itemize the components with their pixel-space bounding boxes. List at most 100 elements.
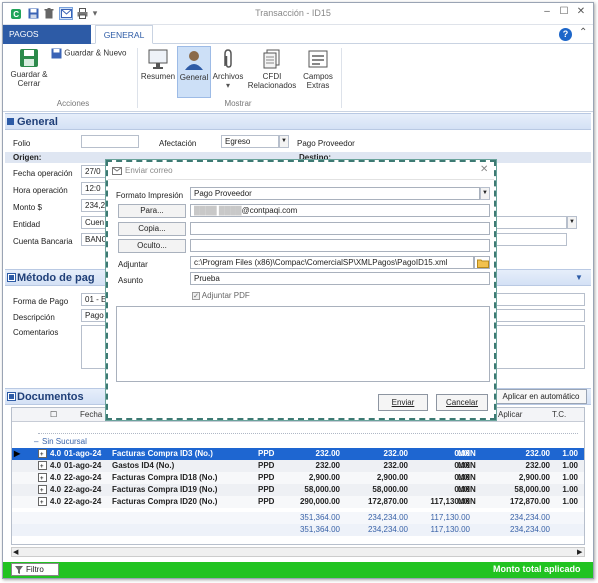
row-detail-icon[interactable]: +: [38, 449, 47, 460]
message-body-field[interactable]: [116, 306, 490, 382]
browse-folder-button[interactable]: [474, 256, 490, 269]
svg-text:+: +: [40, 464, 44, 470]
cell-monto: 232.00: [383, 449, 408, 458]
delete-icon[interactable]: [43, 7, 55, 20]
subtotal-monto: 234,234.00: [367, 513, 408, 522]
copia-field[interactable]: [190, 222, 490, 235]
aplicar-automatico-button[interactable]: Aplicar en automático: [495, 389, 587, 404]
scroll-left-icon[interactable]: ◀: [13, 548, 18, 556]
section-marker-icon: [7, 118, 14, 125]
cell-fecha: 01-ago-24: [64, 449, 102, 458]
afectacion-label: Afectación: [159, 139, 197, 148]
fecha-operacion-label: Fecha operación: [13, 169, 73, 178]
formato-dropdown-icon[interactable]: ▼: [480, 187, 490, 200]
guardar-cerrar-label: Guardar & Cerrar: [10, 70, 48, 88]
table-row[interactable]: +4.0 01-ago-24 Gastos ID4 (No.) PPD 232.00 23…: [12, 460, 584, 472]
header-tc[interactable]: T.C.: [552, 410, 566, 419]
table-row[interactable]: +4.0 22-ago-24 Facturas Compra ID20 (No.) P…: [12, 496, 584, 508]
table-row[interactable]: +4.0 22-ago-24 Facturas Compra ID18 (No.) P…: [12, 472, 584, 484]
adjuntar-pdf-checkbox[interactable]: ✓ Adjuntar PDF: [192, 291, 250, 300]
section-marker-icon: [7, 392, 16, 401]
filter-icon: [15, 566, 23, 574]
cancelar-label: Cancelar: [445, 398, 478, 407]
save-close-icon: [20, 49, 38, 67]
save-new-icon: [51, 48, 62, 59]
campos-extras-button[interactable]: Campos Extras: [299, 48, 337, 90]
minimize-icon[interactable]: –: [539, 6, 555, 20]
general-section-header[interactable]: General: [5, 113, 591, 130]
paperclip-icon: [224, 49, 232, 68]
tab-pagos-proveedor[interactable]: PAGOS PROVEEDOR: [3, 25, 91, 58]
horizontal-scrollbar[interactable]: ◀ ▶: [11, 547, 585, 557]
asunto-field[interactable]: Prueba: [190, 272, 490, 285]
table-row[interactable]: +4.0 22-ago-24 Facturas Compra ID19 (No.) P…: [12, 484, 584, 496]
descripcion-extra-field[interactable]: [493, 309, 585, 322]
folio-label: Folio: [13, 139, 31, 148]
header-aplicar[interactable]: Aplicar: [498, 410, 522, 419]
svg-text:+: +: [40, 500, 44, 506]
person-icon: [185, 51, 203, 70]
para-field[interactable]: ████ ████@contpaqi.com: [190, 204, 490, 217]
table-row[interactable]: ▶ +4.0 01-ago-24 Facturas Compra ID3 (No.) P…: [12, 448, 584, 460]
checkbox-checked-icon: ✓: [192, 291, 200, 300]
row-detail-icon[interactable]: +: [38, 497, 47, 508]
destino-cuenta-field[interactable]: [495, 233, 567, 246]
cfdi-relacionados-button[interactable]: CFDI Relacionados: [245, 48, 299, 90]
filtro-button[interactable]: Filtro: [11, 563, 59, 576]
cell-doc: Facturas Compra ID20 (No.): [112, 497, 218, 506]
header-fecha[interactable]: Fecha: [80, 410, 102, 419]
scroll-right-icon[interactable]: ▶: [577, 548, 582, 556]
general-label: General: [179, 73, 209, 82]
row-detail-icon[interactable]: +: [38, 461, 47, 472]
status-bar: Filtro Monto total aplicado: [3, 562, 593, 578]
destino-entidad-field[interactable]: [495, 216, 567, 229]
afectacion-select[interactable]: Egreso: [221, 135, 279, 148]
email-icon: [112, 167, 122, 175]
para-button[interactable]: Para...: [118, 204, 186, 218]
maximize-icon[interactable]: ☐: [556, 6, 572, 20]
cell-moneda: MXN: [458, 461, 476, 470]
tab-general[interactable]: GENERAL: [95, 25, 153, 44]
cell-monto: 172,870.00: [367, 497, 408, 506]
row-detail-icon[interactable]: +: [38, 485, 47, 496]
archivos-button[interactable]: Archivos ▾: [211, 48, 245, 90]
metodo-collapse-icon[interactable]: ▼: [575, 273, 583, 282]
close-icon[interactable]: ✕: [573, 6, 589, 20]
quick-access-dropdown-icon[interactable]: ▾: [91, 7, 99, 20]
row-detail-icon[interactable]: +: [38, 473, 47, 484]
cell-total: 232.00: [315, 449, 340, 458]
email-icon[interactable]: [59, 7, 73, 20]
cell-ver: 4.0: [50, 473, 62, 482]
cell-fecha: 22-ago-24: [64, 497, 102, 506]
destino-entidad-dropdown-icon[interactable]: ▼: [567, 216, 577, 229]
expand-icon[interactable]: –: [34, 437, 38, 446]
dialog-close-icon[interactable]: ✕: [480, 164, 488, 175]
oculto-field[interactable]: [190, 239, 490, 252]
afectacion-dropdown-icon[interactable]: ▼: [279, 135, 289, 148]
grandtotal-monto: 234,234.00: [367, 525, 408, 534]
print-icon[interactable]: [76, 7, 88, 20]
cell-monto: 232.00: [383, 461, 408, 470]
collapse-ribbon-icon[interactable]: ⌃: [579, 27, 587, 38]
origen-label: Origen:: [13, 153, 42, 162]
guardar-nuevo-button[interactable]: Guardar & Nuevo: [51, 48, 133, 59]
formato-impresion-select[interactable]: Pago Proveedor: [190, 187, 480, 200]
cancelar-button[interactable]: Cancelar: [436, 394, 488, 411]
save-icon[interactable]: [27, 7, 39, 20]
resumen-button[interactable]: Resumen: [139, 48, 177, 81]
guardar-cerrar-button[interactable]: Guardar & Cerrar: [9, 48, 49, 88]
general-section-title: General: [17, 116, 58, 128]
group-row-sin-sucursal[interactable]: – Sin Sucursal: [12, 436, 584, 448]
forma-pago-extra-field[interactable]: [493, 293, 585, 306]
cell-total: 58,000.00: [304, 485, 340, 494]
cell-fecha: 22-ago-24: [64, 485, 102, 494]
help-icon[interactable]: ?: [559, 28, 572, 41]
folio-field[interactable]: [81, 135, 139, 148]
comentarios-extra-field[interactable]: [493, 325, 585, 369]
oculto-button[interactable]: Oculto...: [118, 239, 186, 253]
general-button[interactable]: General: [177, 46, 211, 98]
adjuntar-field[interactable]: c:\Program Files (x86)\Compac\ComercialS…: [190, 256, 474, 269]
copia-button[interactable]: Copia...: [118, 222, 186, 236]
enviar-button[interactable]: Enviar: [378, 394, 428, 411]
ribbon-tabs: PAGOS PROVEEDOR GENERAL ? ⌃: [3, 25, 593, 58]
